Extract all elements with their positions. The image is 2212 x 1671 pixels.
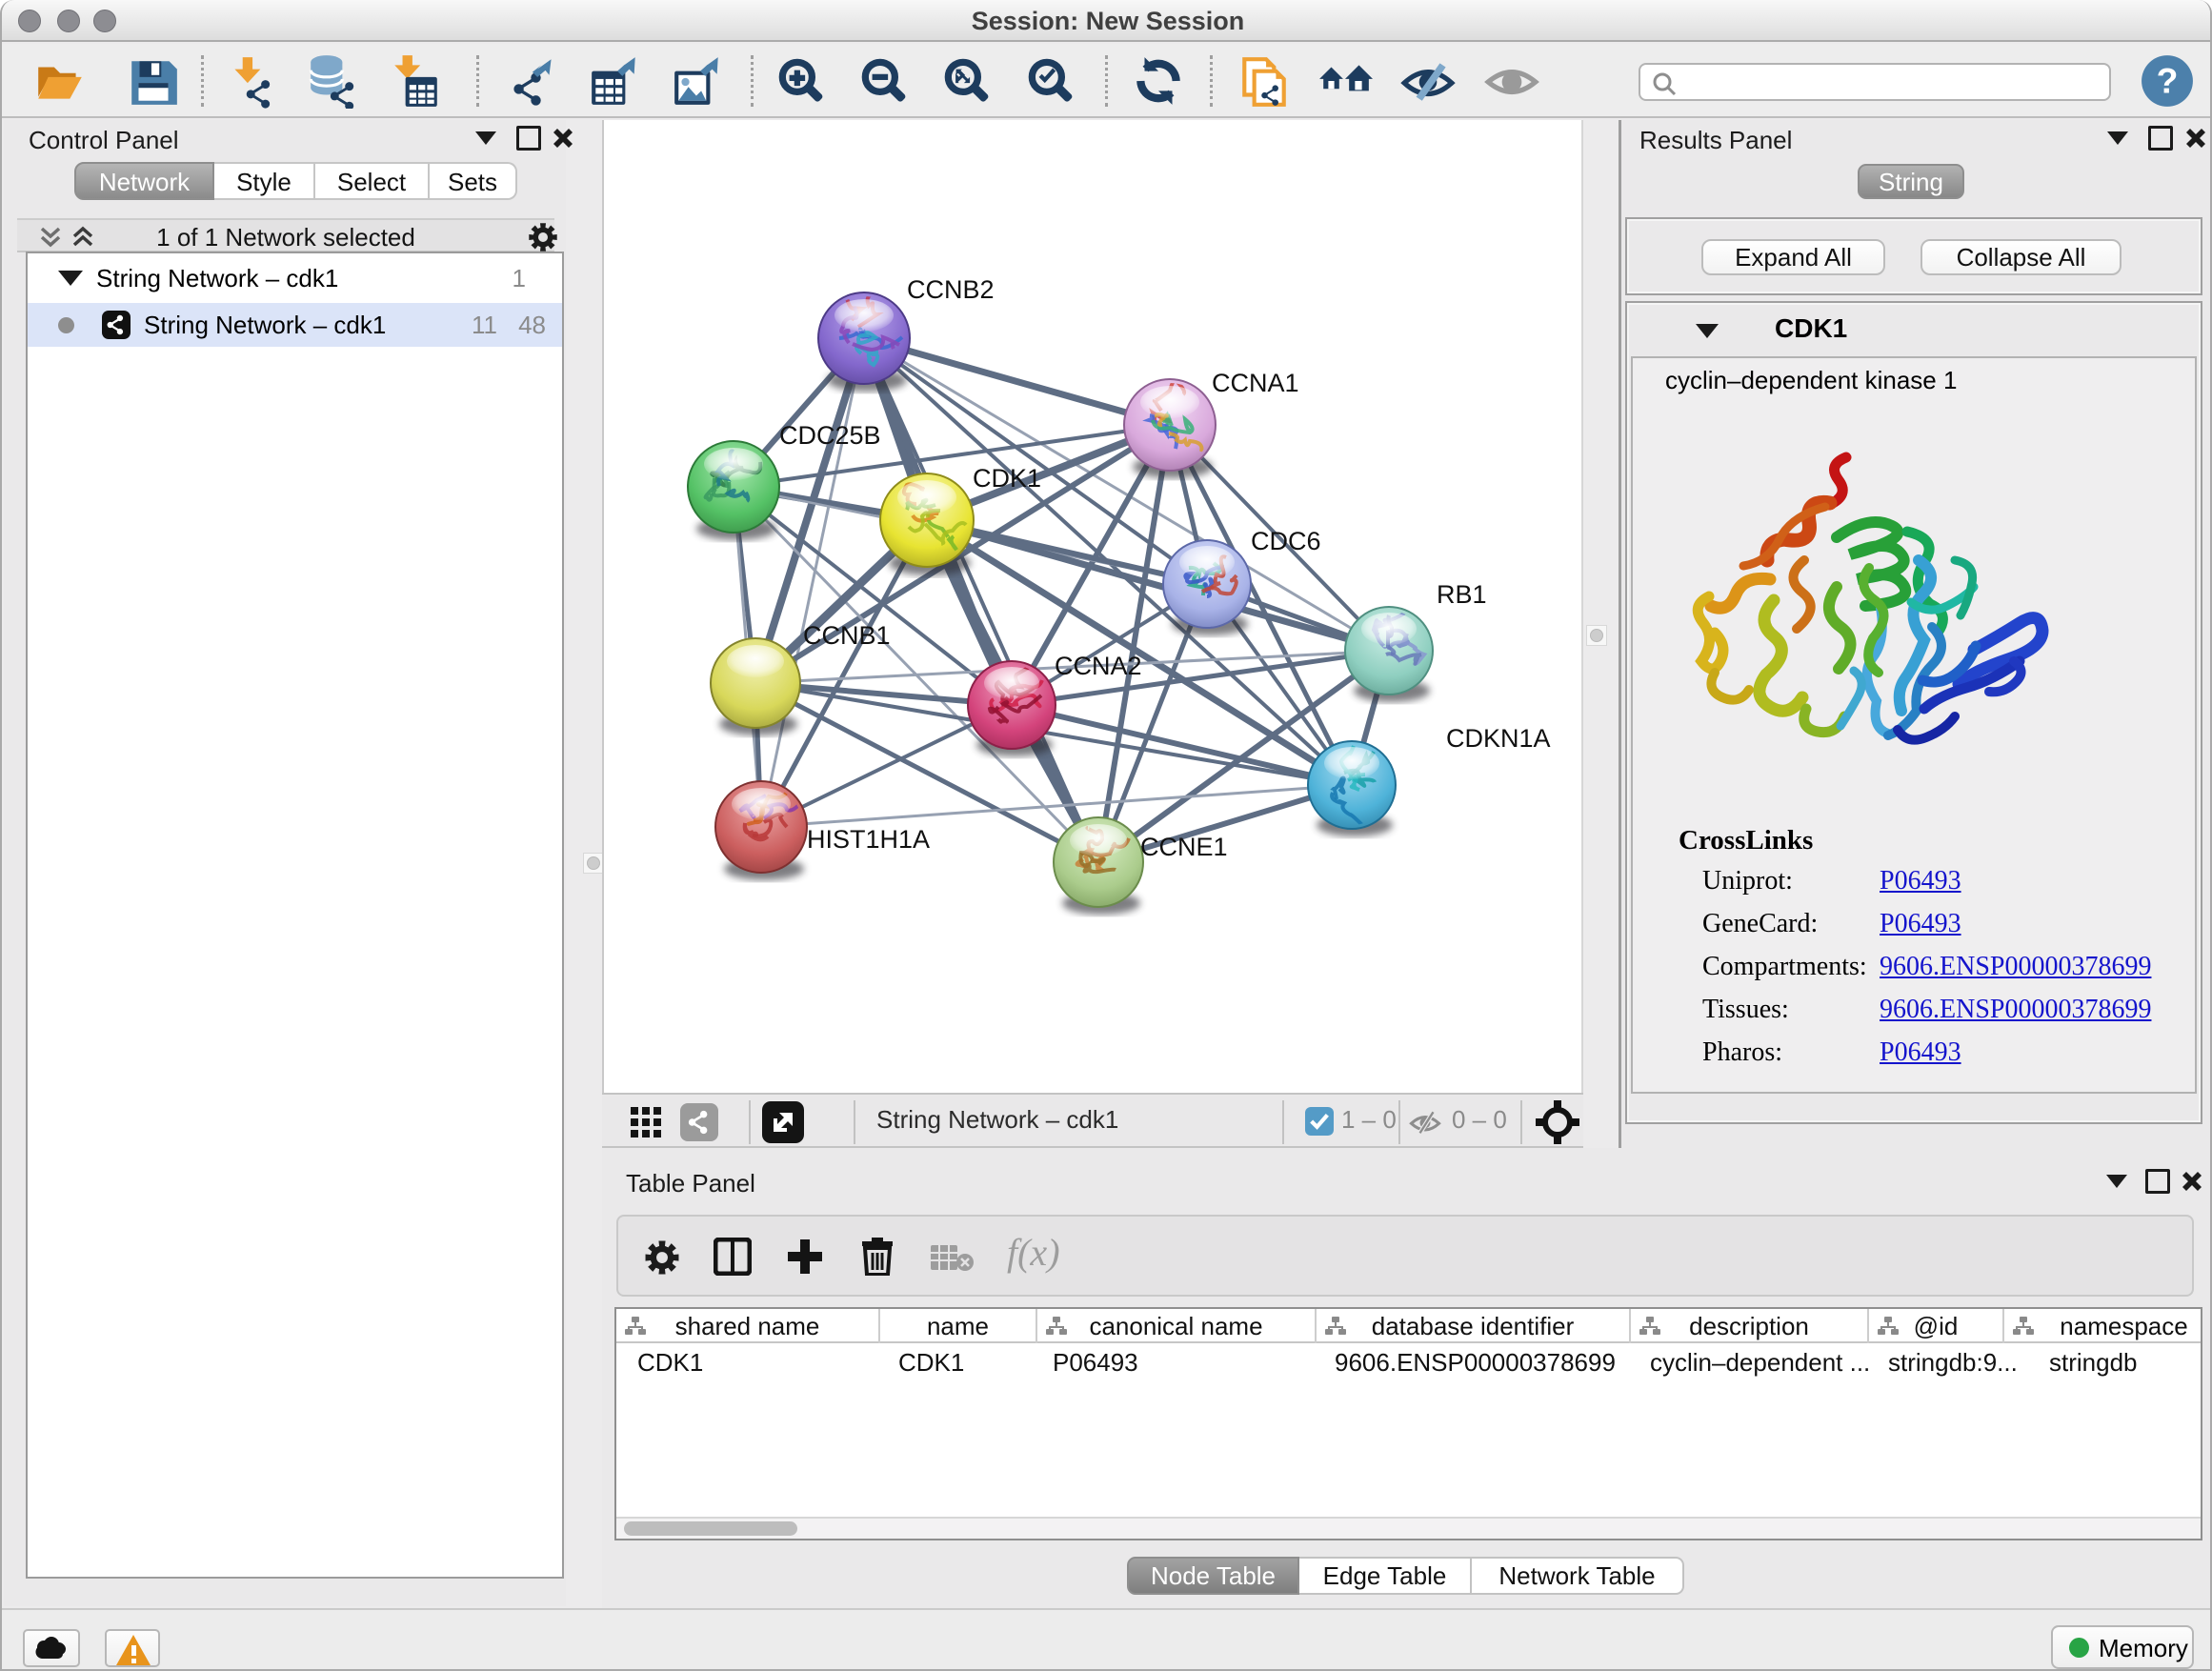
svg-text:CCNA1: CCNA1 — [1212, 369, 1299, 397]
svg-text:CDK1: CDK1 — [973, 464, 1041, 493]
svg-text:RB1: RB1 — [1437, 580, 1487, 609]
svg-text:CCNE1: CCNE1 — [1140, 833, 1228, 861]
svg-text:CCNB1: CCNB1 — [803, 621, 891, 650]
svg-text:CCNB2: CCNB2 — [907, 275, 995, 304]
svg-text:CDC6: CDC6 — [1251, 527, 1321, 555]
svg-text:CDC25B: CDC25B — [779, 421, 881, 450]
svg-text:CDKN1A: CDKN1A — [1446, 724, 1551, 753]
svg-text:HIST1H1A: HIST1H1A — [807, 825, 930, 854]
svg-text:CCNA2: CCNA2 — [1055, 652, 1142, 680]
svg-text:?: ? — [2157, 60, 2179, 100]
